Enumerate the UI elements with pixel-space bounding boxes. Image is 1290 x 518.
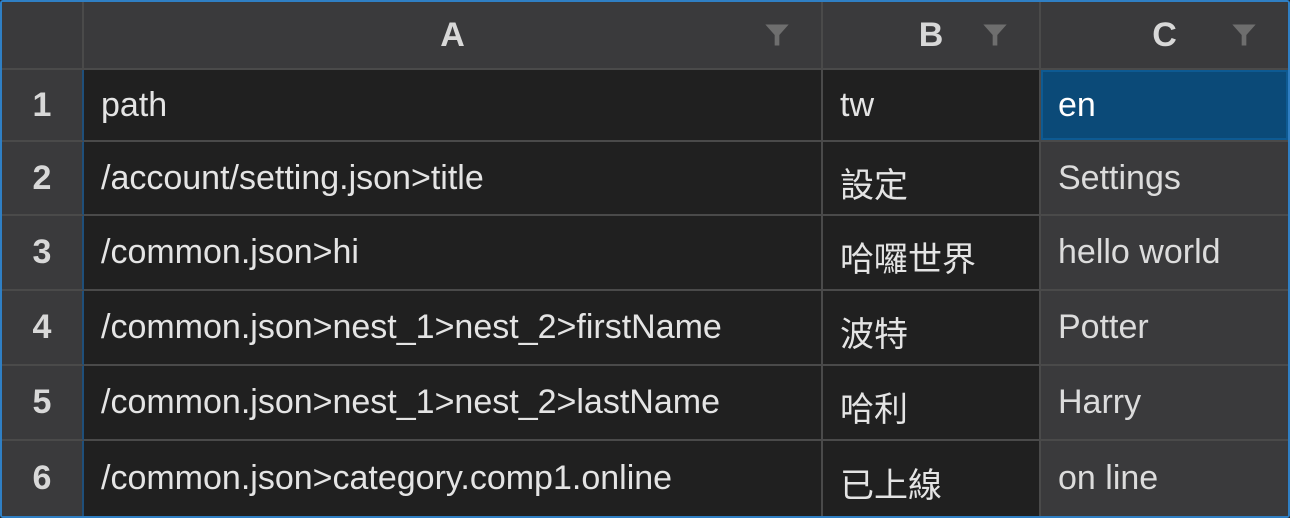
filter-icon[interactable] [1230,21,1258,49]
cell-b3[interactable]: 哈囉世界 [823,216,1041,291]
cell-b1[interactable]: tw [823,70,1041,142]
cell-c1[interactable]: en [1041,70,1288,142]
cell-text: 已上線 [840,467,942,505]
row-header-6[interactable]: 6 [2,441,84,516]
column-letter: A [440,15,465,54]
cell-text: 哈囉世界 [840,241,976,279]
column-header-b[interactable]: B [823,2,1041,70]
cell-b4[interactable]: 波特 [823,291,1041,366]
spreadsheet: A B C 1 path tw en 2 /account/setting.js… [0,0,1290,518]
column-letter: B [918,15,944,54]
row-header-2[interactable]: 2 [2,142,84,216]
cell-text: 哈利 [840,391,908,429]
spreadsheet-grid: A B C 1 path tw en 2 /account/setting.js… [2,2,1288,516]
row-header-3[interactable]: 3 [2,216,84,291]
column-header-c[interactable]: C [1041,2,1288,70]
cell-c3[interactable]: hello world [1041,216,1288,291]
row-header-1[interactable]: 1 [2,70,84,142]
cell-a5[interactable]: /common.json>nest_1>nest_2>lastName [84,366,823,441]
cell-c4[interactable]: Potter [1041,291,1288,366]
cell-a6[interactable]: /common.json>category.comp1.online [84,441,823,516]
row-header-4[interactable]: 4 [2,291,84,366]
cell-c6[interactable]: on line [1041,441,1288,516]
cell-text: 設定 [840,166,908,205]
cell-a2[interactable]: /account/setting.json>title [84,142,823,216]
cell-text: 波特 [840,316,908,354]
cell-a1[interactable]: path [84,70,823,142]
select-all-corner[interactable] [2,2,84,70]
filter-icon[interactable] [763,21,791,49]
column-letter: C [1152,15,1177,54]
row-header-5[interactable]: 5 [2,366,84,441]
cell-c2[interactable]: Settings [1041,142,1288,216]
cell-b5[interactable]: 哈利 [823,366,1041,441]
column-header-a[interactable]: A [84,2,823,70]
cell-b6[interactable]: 已上線 [823,441,1041,516]
cell-a4[interactable]: /common.json>nest_1>nest_2>firstName [84,291,823,366]
cell-c5[interactable]: Harry [1041,366,1288,441]
filter-icon[interactable] [981,21,1009,49]
cell-b2[interactable]: 設定 [823,142,1041,216]
cell-a3[interactable]: /common.json>hi [84,216,823,291]
